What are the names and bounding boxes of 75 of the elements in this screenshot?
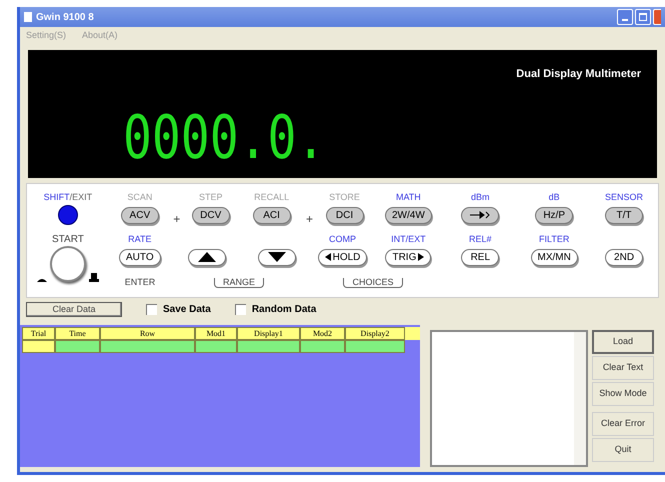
checkbox-label: Save Data — [163, 303, 211, 318]
keypad-button[interactable]: ACI — [252, 206, 291, 224]
close-button[interactable] — [653, 9, 661, 26]
clear-data-button[interactable]: Clear Data — [26, 302, 122, 318]
keypad-button[interactable]: HOLD — [318, 248, 368, 266]
side-button[interactable]: Clear Error — [592, 412, 654, 436]
keypad-button[interactable]: TRIG — [385, 248, 432, 266]
down-triangle-icon — [268, 252, 286, 262]
column-header: Mod2 — [300, 326, 345, 340]
keypad-button[interactable] — [188, 248, 226, 266]
keypad-button[interactable]: 2W/4W — [385, 206, 432, 224]
column-header: Trial — [22, 326, 55, 340]
table-cell — [195, 340, 237, 353]
keypad-button[interactable]: MX/MN — [530, 248, 578, 266]
keypad-button[interactable]: AUTO — [119, 248, 161, 266]
key-caption: STEP — [198, 192, 222, 203]
table-cell — [345, 340, 405, 353]
plus-sign: + — [173, 210, 180, 228]
keypad-button[interactable] — [258, 248, 296, 266]
right-triangle-icon — [418, 253, 424, 262]
table-cell — [237, 340, 300, 353]
left-triangle-icon — [324, 253, 331, 262]
key-caption: RATE — [128, 234, 152, 245]
side-button[interactable]: Quit — [592, 438, 654, 462]
scrollbar[interactable] — [574, 332, 586, 465]
small-bump-icon — [36, 276, 47, 282]
group-bracket-label: CHOICES — [343, 278, 402, 288]
keypad-button[interactable]: Hz/P — [535, 206, 574, 224]
digital-reading: 0000.0. — [123, 108, 326, 168]
key-caption: dB — [548, 192, 560, 203]
key-caption: COMP — [329, 234, 356, 245]
checkbox[interactable] — [234, 304, 246, 316]
key-caption: START — [52, 234, 84, 246]
key-caption: INT/EXT — [391, 234, 426, 245]
column-header: Mod1 — [195, 326, 237, 340]
side-button[interactable]: Load — [592, 330, 654, 354]
key-caption: FILTER — [539, 234, 570, 245]
bell-icon — [88, 272, 99, 282]
key-caption: SENSOR — [605, 192, 644, 203]
keypad-button[interactable]: DCV — [192, 206, 230, 224]
key-caption: SCAN — [127, 192, 152, 203]
side-button[interactable]: Show Mode — [592, 382, 654, 406]
column-header: Display2 — [345, 326, 405, 340]
keypad-button[interactable]: T/T — [605, 206, 644, 224]
display-title: Dual Display Multimeter — [516, 66, 641, 82]
checkbox[interactable] — [146, 304, 157, 316]
side-button[interactable]: Clear Text — [592, 356, 654, 380]
key-caption: dBm — [471, 192, 490, 203]
keypad-button[interactable]: 2ND — [605, 248, 644, 266]
group-bracket-label: RANGE — [214, 278, 264, 288]
text-area[interactable] — [430, 330, 588, 467]
checkbox-label: Random Data — [252, 303, 316, 318]
keypad-button[interactable]: DCI — [326, 206, 364, 224]
up-triangle-icon — [198, 252, 216, 262]
key-caption: MATH — [396, 192, 421, 203]
start-knob[interactable] — [50, 246, 86, 282]
key-caption: RECALL — [254, 192, 290, 203]
key-sublabel: ENTER — [124, 278, 156, 288]
key-caption: REL# — [469, 234, 492, 245]
window-title: Gwin 9100 8 — [36, 10, 94, 25]
plus-sign: + — [306, 210, 314, 228]
app-icon — [24, 12, 32, 22]
shift-button[interactable] — [58, 204, 78, 225]
column-header: Display1 — [237, 326, 300, 340]
key-caption: SHIFT/EXIT — [44, 192, 92, 203]
key-caption: STORE — [329, 192, 360, 203]
table-cell — [55, 340, 100, 353]
keypad-button[interactable] — [461, 206, 500, 224]
column-header: Time — [55, 326, 100, 340]
table-cell — [300, 340, 345, 353]
minimize-button[interactable] — [617, 9, 633, 26]
keypad-button[interactable]: ACV — [120, 206, 159, 224]
maximize-button[interactable] — [635, 9, 651, 26]
keypad-button[interactable]: REL — [461, 248, 500, 266]
column-header: Row — [100, 326, 195, 340]
